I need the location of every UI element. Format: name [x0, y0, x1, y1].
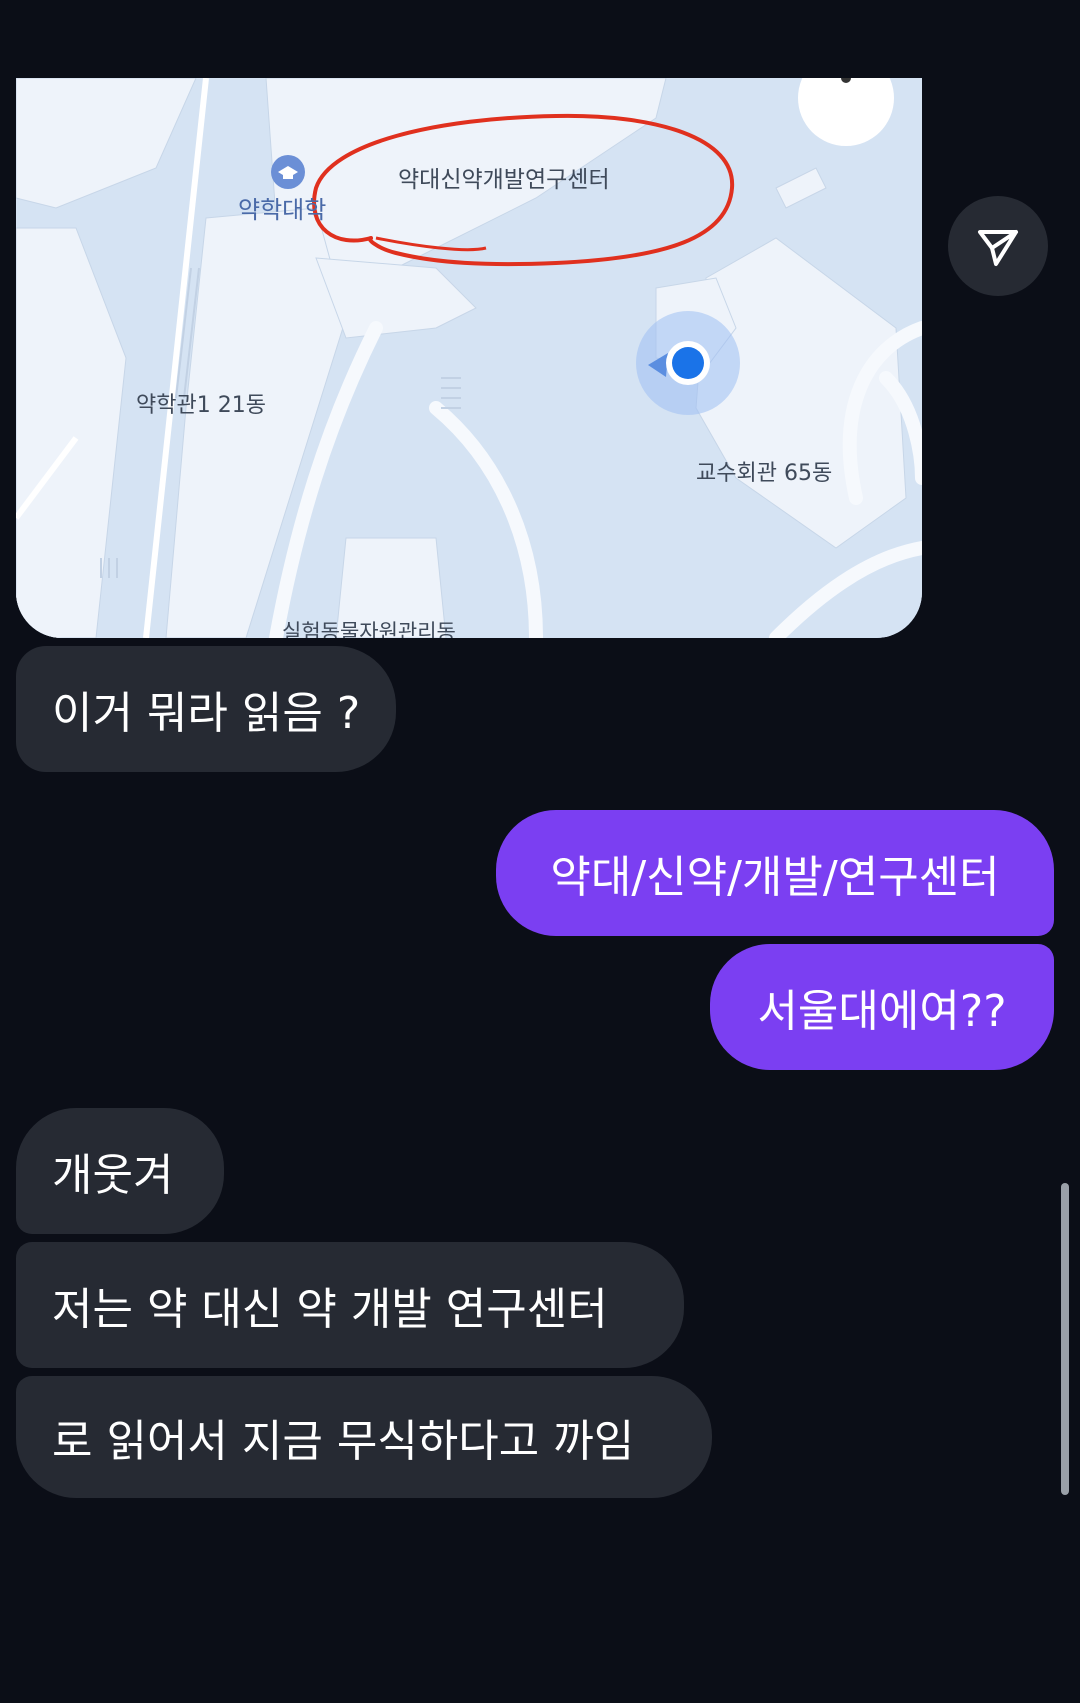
map-label-drug-research-center: 약대신약개발연구센터	[398, 167, 610, 193]
scrollbar[interactable]	[1061, 1183, 1069, 1495]
shared-map-image[interactable]: 약대신약개발연구센터 약학대학 약학관1 21동 교수회관 65동 실험동물자원…	[16, 78, 922, 638]
map-label-pharmacy-college: 약학대학	[238, 196, 327, 224]
outgoing-message[interactable]: 약대/신약/개발/연구센터	[496, 810, 1054, 936]
incoming-message[interactable]: 로 읽어서 지금 무식하다고 까임	[16, 1376, 712, 1498]
incoming-message[interactable]: 저는 약 대신 약 개발 연구센터	[16, 1242, 684, 1368]
outgoing-message[interactable]: 서울대에여??	[710, 944, 1054, 1070]
map-label-bottom-cut: 실험동물자원관리동	[282, 620, 456, 638]
message-text: 약대/신약/개발/연구센터	[550, 852, 1000, 903]
message-text: 로 읽어서 지금 무식하다고 까임	[52, 1416, 635, 1467]
graduation-cap-icon	[271, 155, 305, 189]
share-button[interactable]	[948, 196, 1048, 296]
location-dot-icon	[636, 311, 740, 415]
send-icon	[978, 230, 1018, 266]
incoming-message[interactable]: 이거 뭐라 읽음 ?	[16, 646, 397, 772]
map-label-pharmacy-hall: 약학관1 21동	[136, 393, 266, 418]
message-text: 저는 약 대신 약 개발 연구센터	[52, 1284, 608, 1335]
incoming-message[interactable]: 개웃겨	[16, 1108, 224, 1234]
map-label-faculty-club: 교수회관 65동	[696, 461, 833, 486]
chat-screen: 약대신약개발연구센터 약학대학 약학관1 21동 교수회관 65동 실험동물자원…	[0, 0, 1080, 1703]
message-text: 서울대에여??	[757, 986, 1007, 1037]
message-text: 개웃겨	[52, 1150, 174, 1201]
message-text: 이거 뭐라 읽음 ?	[52, 688, 361, 739]
